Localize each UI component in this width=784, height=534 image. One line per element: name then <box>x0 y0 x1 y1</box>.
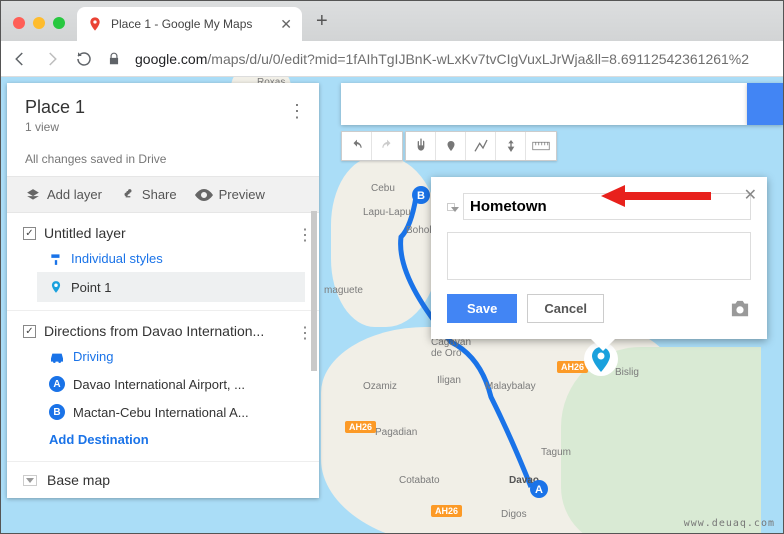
map-label: Ozamiz <box>363 381 397 392</box>
basemap-row[interactable]: Base map <box>7 462 319 498</box>
undo-button[interactable] <box>342 132 372 160</box>
forward-icon[interactable] <box>43 50 61 68</box>
pin-icon <box>49 278 63 296</box>
address-bar: google.com/maps/d/u/0/edit?mid=1fAIhTgIJ… <box>1 41 783 77</box>
map-editor-panel: Place 1 1 view All changes saved in Driv… <box>7 83 319 498</box>
window-controls <box>1 17 77 41</box>
svg-text:B: B <box>417 190 425 202</box>
preview-button[interactable]: Preview <box>195 187 265 202</box>
map-label: Digos <box>501 509 527 520</box>
route-stop-b[interactable]: B Mactan-Cebu International A... <box>21 398 305 426</box>
basemap-dropdown-icon[interactable] <box>23 475 37 486</box>
maximize-window-button[interactable] <box>53 17 65 29</box>
map-label: Malaybalay <box>485 381 536 392</box>
url-domain: google.com <box>135 51 207 67</box>
route-pin-a-icon[interactable]: A <box>529 479 549 499</box>
redo-button[interactable] <box>372 132 402 160</box>
add-destination-link[interactable]: Add Destination <box>21 426 305 453</box>
map-label: Bohol <box>406 225 432 236</box>
panel-actions: Add layer Share Preview <box>7 176 319 213</box>
layers-icon <box>25 188 41 202</box>
search-input[interactable] <box>341 83 747 125</box>
svg-text:A: A <box>535 484 543 496</box>
minimize-window-button[interactable] <box>33 17 45 29</box>
search-button[interactable] <box>747 83 783 125</box>
route-stop-a[interactable]: A Davao International Airport, ... <box>21 370 305 398</box>
paint-roller-icon <box>49 252 63 266</box>
map-search-bar <box>341 83 783 125</box>
browser-tab[interactable]: Place 1 - Google My Maps ✕ <box>77 7 302 41</box>
url-field[interactable]: google.com/maps/d/u/0/edit?mid=1fAIhTgIJ… <box>135 51 773 67</box>
map-views: 1 view <box>25 120 301 134</box>
new-tab-button[interactable]: + <box>302 10 342 41</box>
tab-title: Place 1 - Google My Maps <box>111 17 252 31</box>
map-label: maguete <box>324 285 363 296</box>
marker-tool-button[interactable] <box>436 132 466 160</box>
layer-visibility-checkbox[interactable]: ✓ <box>23 227 36 240</box>
eye-icon <box>195 189 213 201</box>
lock-icon[interactable] <box>107 52 121 66</box>
pan-tool-button[interactable] <box>406 132 436 160</box>
maps-favicon-icon <box>87 16 103 32</box>
url-path: /maps/d/u/0/edit?mid=1fAIhTgIJBnK-wLxKv7… <box>207 51 749 67</box>
back-icon[interactable] <box>11 50 29 68</box>
add-layer-button[interactable]: Add layer <box>25 187 102 202</box>
map-label: Pagadian <box>375 427 417 438</box>
directions-tool-button[interactable] <box>496 132 526 160</box>
pin-b-icon: B <box>49 404 65 420</box>
layer-header[interactable]: ✓ Directions from Davao Internation... <box>21 319 305 343</box>
close-tab-icon[interactable]: ✕ <box>280 16 292 33</box>
map-label: Lapu-Lapu <box>363 207 411 218</box>
save-status: All changes saved in Drive <box>25 152 301 166</box>
layer-visibility-checkbox[interactable]: ✓ <box>23 325 36 338</box>
map-label: Cotabato <box>399 475 440 486</box>
map-label: Cebu <box>371 183 395 194</box>
close-popup-icon[interactable]: ✕ <box>744 185 757 205</box>
share-button[interactable]: Share <box>120 187 177 202</box>
layer-untitled: ✓ Untitled layer ⋮ Individual styles Poi… <box>7 213 319 311</box>
map-toolbar <box>341 131 557 161</box>
car-icon <box>49 351 65 363</box>
map-title[interactable]: Place 1 <box>25 97 301 118</box>
format-dropdown[interactable] <box>447 203 455 211</box>
road-badge: AH26 <box>431 505 462 517</box>
place-description-input[interactable] <box>447 232 751 280</box>
map-label: Tagum <box>541 447 571 458</box>
map-label: Cagayan de Oro <box>431 337 471 359</box>
close-window-button[interactable] <box>13 17 25 29</box>
watermark: www.deuaq.com <box>684 518 775 529</box>
annotation-arrow-icon <box>601 183 711 209</box>
layer-directions: ✓ Directions from Davao Internation... ⋮… <box>7 311 319 462</box>
route-pin-b-icon[interactable]: B <box>411 185 431 205</box>
line-tool-button[interactable] <box>466 132 496 160</box>
map-label: Iligan <box>437 375 461 386</box>
travel-mode-link[interactable]: Driving <box>21 343 305 370</box>
browser-tab-strip: Place 1 - Google My Maps ✕ + <box>1 1 783 41</box>
measure-tool-button[interactable] <box>526 132 556 160</box>
map-canvas[interactable]: Roxas Cebu Lapu-Lapu Bohol maguete Cagay… <box>1 77 783 533</box>
share-icon <box>120 188 136 202</box>
reload-icon[interactable] <box>75 50 93 68</box>
individual-styles-link[interactable]: Individual styles <box>21 245 305 272</box>
save-button[interactable]: Save <box>447 294 517 323</box>
layer-header[interactable]: ✓ Untitled layer <box>21 221 305 245</box>
feature-point-1[interactable]: Point 1 <box>37 272 305 302</box>
cancel-button[interactable]: Cancel <box>527 294 604 323</box>
panel-menu-icon[interactable]: ⋮ <box>288 101 305 122</box>
road-badge: AH26 <box>345 421 376 433</box>
camera-icon[interactable] <box>729 300 751 318</box>
pin-a-icon: A <box>49 376 65 392</box>
panel-scrollbar[interactable] <box>311 211 317 371</box>
place-edit-popup: ✕ Save Cancel <box>431 177 767 339</box>
